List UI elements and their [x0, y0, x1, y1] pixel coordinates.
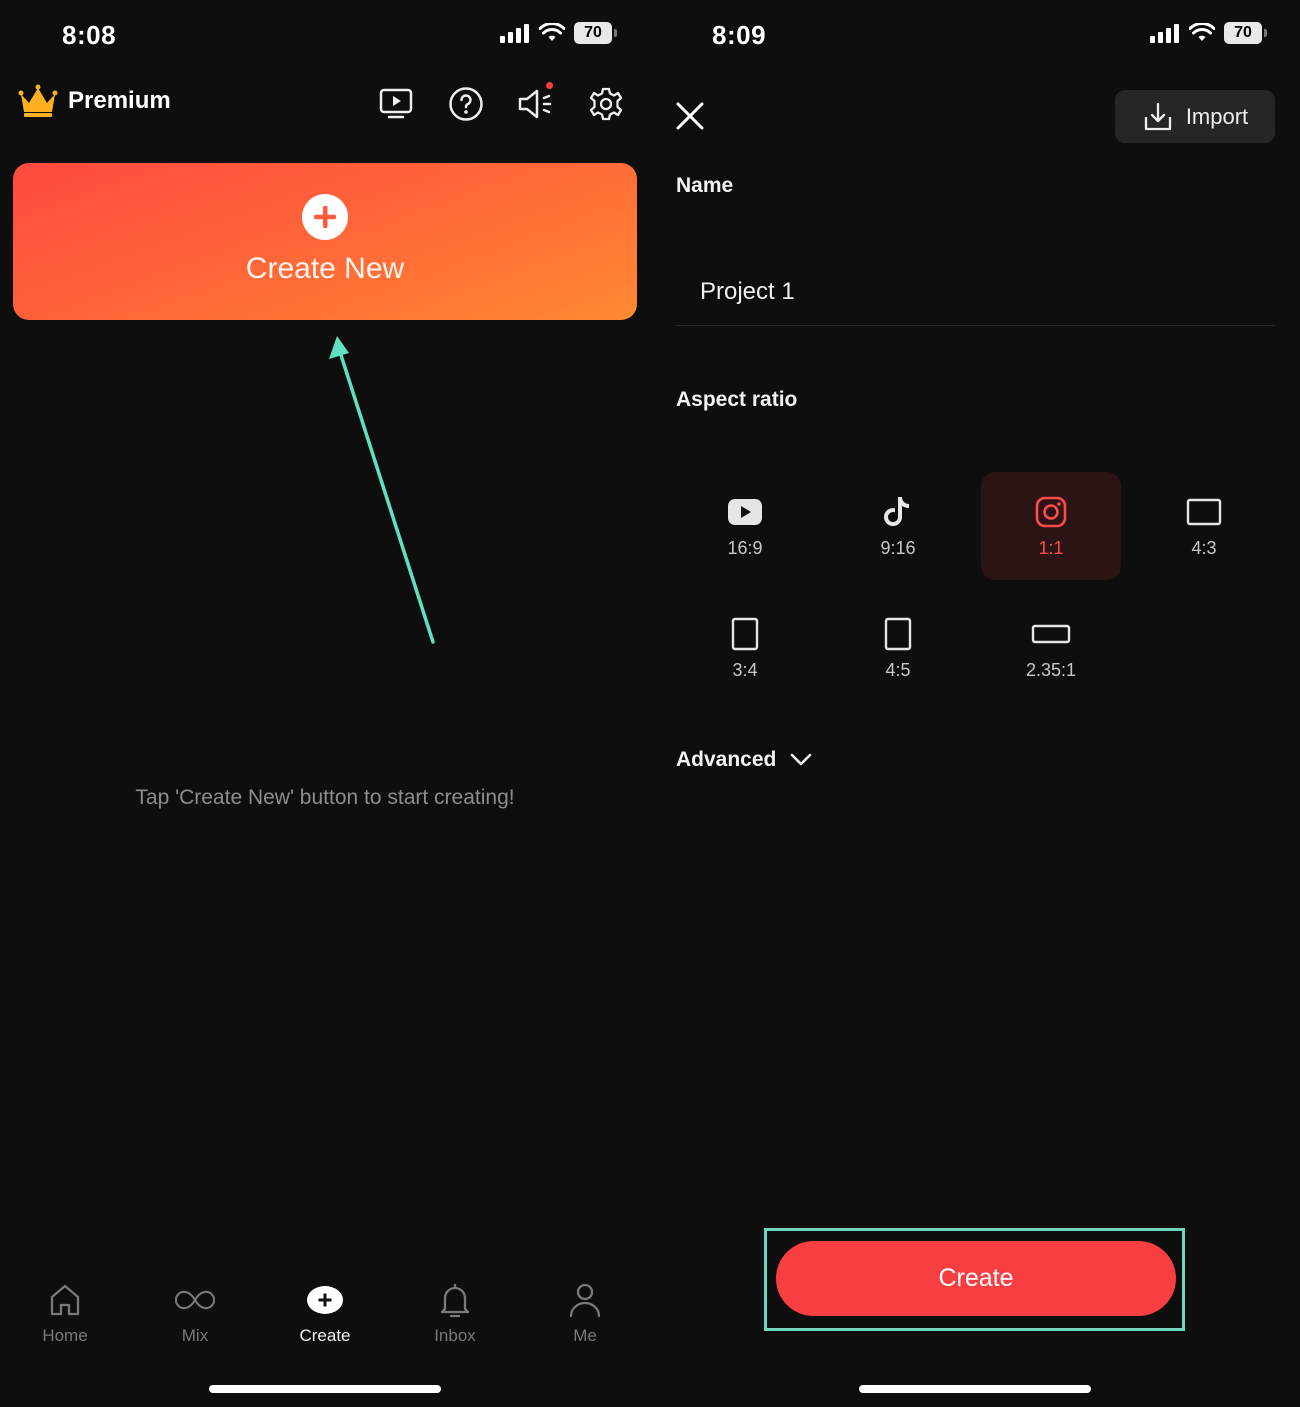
project-name-input[interactable]: Project 1 [676, 262, 1275, 326]
ratio-option-9-16[interactable]: 9:16 [828, 472, 968, 580]
close-icon [676, 102, 704, 130]
ratio-label: 1:1 [1038, 537, 1064, 558]
cellular-signal-icon [1150, 24, 1179, 43]
new-project-screen: 8:09 70 Import Name Project 1 Aspect rat… [650, 0, 1300, 1407]
infinity-icon [175, 1290, 215, 1310]
empty-state-hint: Tap 'Create New' button to start creatin… [135, 786, 515, 809]
nav-mix[interactable]: Mix [130, 1280, 260, 1346]
person-icon [569, 1283, 601, 1318]
bottom-nav: Home Mix Create Inbox Me [0, 1280, 650, 1346]
nav-inbox[interactable]: Inbox [390, 1280, 520, 1346]
project-name-value: Project 1 [700, 278, 795, 305]
ratio-option-16-9[interactable]: 16:9 [675, 472, 815, 580]
create-button[interactable]: Create [776, 1241, 1176, 1316]
status-time: 8:09 [712, 20, 767, 50]
landscape-rect-icon [1186, 498, 1222, 525]
ratio-option-4-5[interactable]: 4:5 [828, 594, 968, 702]
status-icons: 70 [1150, 22, 1267, 44]
ratio-option-3-4[interactable]: 3:4 [675, 594, 815, 702]
advanced-label: Advanced [676, 748, 777, 771]
home-indicator [859, 1385, 1091, 1393]
ratio-option-2-35-1[interactable]: 2.35:1 [981, 594, 1121, 702]
ratio-label: 4:3 [1191, 537, 1217, 558]
nav-label: Inbox [434, 1326, 476, 1345]
home-icon [50, 1284, 80, 1316]
portrait-rect-icon [884, 617, 912, 650]
close-button[interactable] [672, 98, 708, 134]
plus-circle-icon [307, 1286, 343, 1314]
ratio-label: 16:9 [727, 537, 763, 558]
nav-me[interactable]: Me [520, 1280, 650, 1346]
aspect-ratio-section-label: Aspect ratio [676, 388, 798, 411]
ratio-label: 2.35:1 [1025, 659, 1077, 680]
tiktok-icon [884, 496, 909, 526]
instagram-icon [1035, 496, 1067, 527]
chevron-down-icon [791, 753, 812, 766]
ratio-label: 3:4 [732, 659, 758, 680]
import-label: Import [1185, 103, 1249, 129]
wide-rect-icon [1031, 624, 1071, 643]
nav-label: Home [42, 1326, 88, 1345]
create-button-label: Create [938, 1264, 1014, 1292]
bell-icon [440, 1284, 470, 1318]
annotation-arrow-icon [329, 336, 435, 644]
home-indicator [209, 1385, 441, 1393]
battery-icon: 70 [1224, 22, 1267, 44]
nav-label: Me [573, 1326, 597, 1345]
ratio-label: 4:5 [885, 659, 911, 680]
download-icon [1144, 102, 1171, 130]
nav-home[interactable]: Home [0, 1280, 130, 1346]
wifi-icon [1189, 23, 1215, 41]
ratio-option-4-3[interactable]: 4:3 [1134, 472, 1274, 580]
home-screen: 8:08 70 Premium Create New Tap 'Create N… [0, 0, 650, 1407]
nav-create[interactable]: Create [260, 1280, 390, 1346]
ratio-option-1-1[interactable]: 1:1 [981, 472, 1121, 580]
name-section-label: Name [676, 174, 734, 197]
nav-label: Create [299, 1326, 351, 1345]
advanced-toggle[interactable]: Advanced [676, 748, 812, 772]
youtube-icon [728, 498, 762, 525]
ratio-label: 9:16 [880, 537, 916, 558]
nav-label: Mix [181, 1326, 209, 1345]
import-button[interactable]: Import [1115, 90, 1275, 143]
portrait-rect-icon [731, 617, 759, 650]
